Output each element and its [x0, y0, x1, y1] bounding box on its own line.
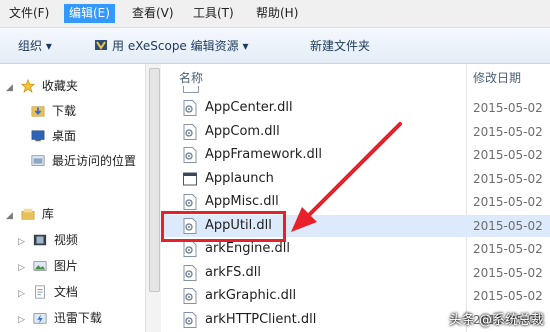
thunder-folder-icon: [33, 313, 47, 324]
file-date: 2015-05-02: [473, 148, 543, 162]
dll-file-icon: [183, 123, 197, 140]
file-name: AppFramework.dll: [205, 147, 322, 162]
file-date: 2015-05-02: [473, 265, 543, 280]
nav-downloads[interactable]: 下载: [30, 101, 76, 121]
star-icon: [20, 79, 35, 93]
dll-file-icon: [183, 311, 197, 328]
nav-scrollbar-thumb[interactable]: [149, 68, 160, 292]
file-name: arkHTTPClient.dll: [205, 311, 317, 327]
file-row[interactable]: AppMisc.dll 2015-05-02: [161, 191, 550, 213]
file-list: 名称 修改日期 AppCenter.dll 2015-05-02 AppCom.dl…: [161, 64, 550, 332]
dll-file-icon: [183, 264, 197, 281]
nav-label: 收藏夹: [41, 79, 78, 93]
watermark-text: 头条 @系统总裁: [448, 313, 544, 328]
file-date: 2015-05-02: [473, 101, 543, 115]
video-library-icon: [33, 234, 46, 246]
open-with-button[interactable]: 用 eXeScope 编辑资源 ▾: [94, 37, 248, 54]
nav-label: 图片: [53, 259, 78, 273]
file-row[interactable]: arkFS.dll 2015-05-02: [161, 262, 550, 284]
desktop-icon: [31, 130, 45, 142]
menu-tools[interactable]: 工具(T): [188, 4, 239, 23]
nav-label: 桌面: [52, 129, 77, 143]
file-name: arkFS.dll: [205, 264, 261, 280]
nav-label: 下载: [52, 104, 77, 118]
dll-file-icon: [183, 288, 197, 304]
picture-library-icon: [33, 261, 47, 271]
nav-label: 库: [41, 207, 54, 221]
expand-arrow-icon[interactable]: ▷: [18, 258, 28, 278]
download-folder-icon: [31, 106, 45, 117]
menu-file[interactable]: 文件(F): [4, 4, 54, 23]
file-date: 2015-05-02: [473, 289, 543, 303]
dll-file-icon: [183, 194, 197, 210]
command-bar: 组织 ▾ 用 eXeScope 编辑资源 ▾ 新建文件夹: [0, 28, 550, 64]
file-row[interactable]: AppFramework.dll 2015-05-02: [161, 144, 550, 166]
nav-pictures[interactable]: ▷ 图片: [18, 256, 78, 276]
nav-recent[interactable]: 最近访问的位置: [30, 151, 136, 171]
app-window-icon: [183, 172, 197, 185]
file-row[interactable]: arkGraphic.dll 2015-05-02: [161, 285, 550, 307]
expand-arrow-icon[interactable]: ▷: [18, 284, 28, 304]
menu-help[interactable]: 帮助(H): [251, 4, 303, 23]
file-date: 2015-05-02: [473, 242, 543, 256]
nav-label: 文档: [53, 285, 78, 299]
file-date: 2015-05-02: [473, 171, 543, 186]
expand-arrow-icon[interactable]: ▷: [18, 232, 28, 252]
nav-favorites[interactable]: ◢ 收藏夹: [6, 76, 78, 96]
dll-file-icon: [183, 241, 197, 257]
recent-places-icon: [31, 155, 45, 166]
open-with-label: 用 eXeScope 编辑资源 ▾: [112, 39, 249, 53]
expand-arrow-icon[interactable]: ▷: [18, 310, 28, 330]
nav-label: 视频: [53, 233, 78, 247]
navigation-pane: ◢ 收藏夹 下载 桌面 最近访问的位置 ◢ 库 ▷ 视频 ▷ 图片 ▷ 文档 ▷…: [0, 64, 145, 332]
file-date: 2015-05-02: [473, 124, 543, 139]
exescope-icon: [95, 40, 107, 50]
file-name: arkGraphic.dll: [205, 288, 297, 303]
annotation-highlight-box: [161, 211, 286, 242]
file-name: AppCom.dll: [205, 123, 280, 139]
menu-edit[interactable]: 编辑(E): [64, 4, 115, 23]
dll-file-icon: [183, 147, 197, 163]
nav-label: 迅雷下载: [53, 311, 102, 325]
file-name: Applaunch: [205, 170, 274, 186]
file-date: 2015-05-02: [473, 218, 543, 233]
nav-documents[interactable]: ▷ 文档: [18, 282, 78, 302]
column-header-date[interactable]: 修改日期: [473, 64, 521, 92]
menu-bar: 文件(F) 编辑(E) 查看(V) 工具(T) 帮助(H): [0, 0, 550, 28]
file-name: AppMisc.dll: [205, 194, 279, 209]
nav-library[interactable]: ◢ 库: [6, 204, 54, 224]
file-row[interactable]: AppCom.dll 2015-05-02: [161, 121, 550, 143]
file-date: 2015-05-02: [473, 195, 543, 209]
file-row[interactable]: AppCenter.dll 2015-05-02: [161, 97, 550, 119]
nav-scrollbar[interactable]: [145, 64, 161, 332]
menu-view[interactable]: 查看(V): [127, 4, 179, 23]
dll-file-icon: [183, 100, 197, 116]
file-name: AppCenter.dll: [205, 100, 293, 115]
document-library-icon: [35, 285, 45, 299]
file-row[interactable]: Applaunch 2015-05-02: [161, 168, 550, 190]
nav-desktop[interactable]: 桌面: [30, 126, 76, 146]
new-folder-button[interactable]: 新建文件夹: [310, 37, 370, 54]
collapse-arrow-icon[interactable]: ◢: [6, 78, 16, 98]
nav-thunder-downloads[interactable]: ▷ 迅雷下载: [18, 308, 102, 328]
nav-videos[interactable]: ▷ 视频: [18, 230, 78, 250]
partial-file-icon: [183, 86, 199, 93]
organize-button[interactable]: 组织 ▾: [18, 37, 52, 54]
library-icon: [21, 208, 35, 220]
collapse-arrow-icon[interactable]: ◢: [6, 206, 16, 226]
nav-label: 最近访问的位置: [52, 154, 137, 168]
